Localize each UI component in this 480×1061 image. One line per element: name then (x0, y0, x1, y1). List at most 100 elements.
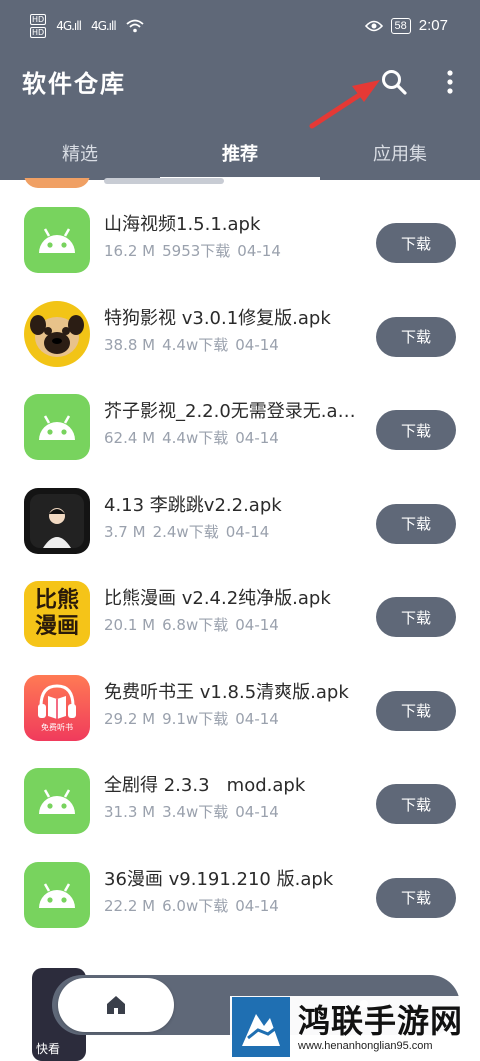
app-date: 04-14 (235, 616, 279, 634)
app-size: 16.2 M (104, 242, 156, 260)
android-icon (24, 768, 90, 834)
hd-badge: HD (30, 27, 47, 38)
hd-badge: HD (30, 14, 47, 25)
app-name: 36漫画 v9.191.210 版.apk (104, 868, 334, 890)
nav-home-button[interactable] (58, 978, 174, 1032)
app-size: 20.1 M (104, 616, 156, 634)
list-item[interactable]: 山海视频1.5.1.apk 16.2 M 5953下载 04-14 下载 (0, 188, 480, 282)
more-options-button[interactable] (438, 66, 462, 98)
partial-app-label: 快看 (36, 1042, 61, 1056)
app-size: 29.2 M (104, 709, 156, 728)
download-button[interactable]: 下载 (376, 597, 456, 637)
eye-icon (364, 20, 383, 31)
clock: 2:07 (418, 17, 448, 34)
app-date: 04-14 (225, 522, 270, 541)
watermark: 鸿联手游网 www.henanhonglian95.com (230, 996, 472, 1058)
icon-text: 比熊 (34, 588, 79, 613)
watermark-url: www.henanhonglian95.com (298, 1040, 433, 1052)
download-button[interactable]: 下载 (376, 784, 456, 824)
app-downloads: 6.0w下载 (162, 896, 229, 915)
app-name: 免费听书王 v1.8.5清爽版.apk (104, 681, 349, 703)
android-icon (24, 207, 90, 273)
app-downloads: 3.4w下载 (162, 803, 229, 821)
app-name: 特狗影视 v3.0.1修复版.apk (104, 307, 331, 329)
icon-text: 漫画 (34, 614, 79, 639)
wifi-icon (126, 19, 144, 33)
partial-app-icon (24, 178, 90, 188)
app-downloads: 6.8w下载 (162, 616, 229, 634)
app-meta: 3.7 M 2.4w下载 04-14 (104, 521, 276, 542)
signal-icon: 4G.ıll (56, 19, 82, 33)
app-meta: 31.3 M 3.4w下载 04-14 (104, 801, 286, 822)
app-meta: 29.2 M 9.1w下载 04-14 (104, 708, 286, 729)
list-item[interactable]: 特狗影视 v3.0.1修复版.apk 38.8 M 4.4w下载 04-14 下载 (0, 282, 480, 376)
download-button[interactable]: 下载 (376, 223, 456, 263)
hd-indicators: HD HD (30, 14, 47, 38)
app-size: 38.8 M (104, 335, 156, 354)
app-name: 山海视频1.5.1.apk (104, 214, 261, 235)
search-icon (382, 70, 407, 95)
tab-recommended[interactable]: 推荐 (160, 130, 320, 180)
battery-indicator: 58 (390, 17, 411, 34)
watermark-text: 鸿联手游网 www.henanhonglian95.com (298, 1002, 463, 1052)
app-date: 04-14 (235, 335, 279, 354)
app-downloads: 2.4w下载 (152, 522, 219, 541)
app-date: 04-14 (235, 803, 279, 821)
app-date: 04-14 (237, 242, 281, 260)
bixiong-icon: 比熊 漫画 (24, 581, 90, 647)
app-date: 04-14 (235, 709, 279, 728)
tab-featured[interactable]: 精选 (0, 130, 160, 180)
app-downloads: 5953下载 (162, 242, 231, 260)
pug-icon (24, 300, 90, 367)
app-name: 比熊漫画 v2.4.2纯净版.apk (104, 588, 331, 609)
app-name: 全剧得 2.3.3 mod.apk (104, 775, 306, 796)
tab-bar: 精选 推荐 应用集 (0, 130, 480, 180)
download-button[interactable]: 下载 (376, 690, 456, 731)
app-size: 62.4 M (104, 429, 156, 447)
app-meta: 38.8 M 4.4w下载 04-14 (104, 334, 286, 355)
watermark-logo-icon (232, 997, 290, 1057)
tab-app-collections[interactable]: 应用集 (320, 130, 480, 180)
app-meta: 16.2 M 5953下载 04-14 (104, 240, 288, 261)
list-item[interactable]: 比熊 漫画 比熊漫画 v2.4.2纯净版.apk 20.1 M 6.8w下载 04-… (0, 562, 480, 656)
app-name: 芥子影视_2.2.0无需登录无.apk (104, 401, 359, 422)
download-button[interactable]: 下载 (376, 877, 456, 918)
headphone-book-icon: 免费听书 (24, 674, 90, 741)
app-downloads: 4.4w下载 (162, 429, 229, 447)
list-item[interactable]: 全剧得 2.3.3 mod.apk 31.3 M 3.4w下载 04-14 下载 (0, 749, 480, 843)
app-meta: 20.1 M 6.8w下载 04-14 (104, 614, 286, 635)
android-icon (24, 861, 90, 928)
app-downloads: 4.4w下载 (162, 335, 229, 354)
app-name: 4.13 李跳跳v2.2.apk (104, 494, 282, 516)
app-size: 22.2 M (104, 896, 156, 915)
app-size: 31.3 M (104, 803, 156, 821)
app-meta: 62.4 M 4.4w下载 04-14 (104, 427, 286, 448)
list-item[interactable]: 芥子影视_2.2.0无需登录无.apk 62.4 M 4.4w下载 04-14 下载 (0, 375, 480, 469)
app-downloads: 9.1w下载 (162, 709, 229, 728)
signal-icon: 4G.ıll (90, 19, 117, 33)
status-right: 58 2:07 (364, 17, 448, 34)
app-list: 山海视频1.5.1.apk 16.2 M 5953下载 04-14 下载 特狗影视 … (0, 188, 480, 936)
search-button[interactable] (376, 64, 412, 100)
more-vertical-icon (447, 70, 453, 94)
watermark-title: 鸿联手游网 (298, 1002, 464, 1040)
app-size: 3.7 M (104, 522, 146, 541)
download-button[interactable]: 下载 (376, 503, 456, 544)
partial-app-text (104, 178, 304, 186)
app-header: HD HD 4G.ıll 4G.ıll 58 2:07 软件仓库 精选 推荐 应… (0, 0, 480, 180)
app-date: 04-14 (235, 429, 279, 447)
avatar-icon (24, 487, 90, 554)
home-icon (107, 996, 125, 1014)
android-icon (24, 394, 90, 460)
app-meta: 22.2 M 6.0w下载 04-14 (104, 895, 286, 916)
download-button[interactable]: 下载 (376, 316, 456, 357)
list-item[interactable]: 4.13 李跳跳v2.2.apk 3.7 M 2.4w下载 04-14 下载 (0, 469, 480, 563)
page-title: 软件仓库 (22, 70, 126, 98)
list-item[interactable]: 36漫画 v9.191.210 版.apk 22.2 M 6.0w下载 04-14 … (0, 843, 480, 937)
app-date: 04-14 (235, 896, 279, 915)
status-bar: HD HD 4G.ıll 4G.ıll 58 2:07 (0, 0, 480, 50)
icon-text: 免费听书 (41, 723, 73, 732)
status-left: HD HD 4G.ıll 4G.ıll (30, 14, 144, 38)
download-button[interactable]: 下载 (376, 410, 456, 450)
list-item[interactable]: 免费听书 免费听书王 v1.8.5清爽版.apk 29.2 M 9.1w下载 04-… (0, 656, 480, 750)
